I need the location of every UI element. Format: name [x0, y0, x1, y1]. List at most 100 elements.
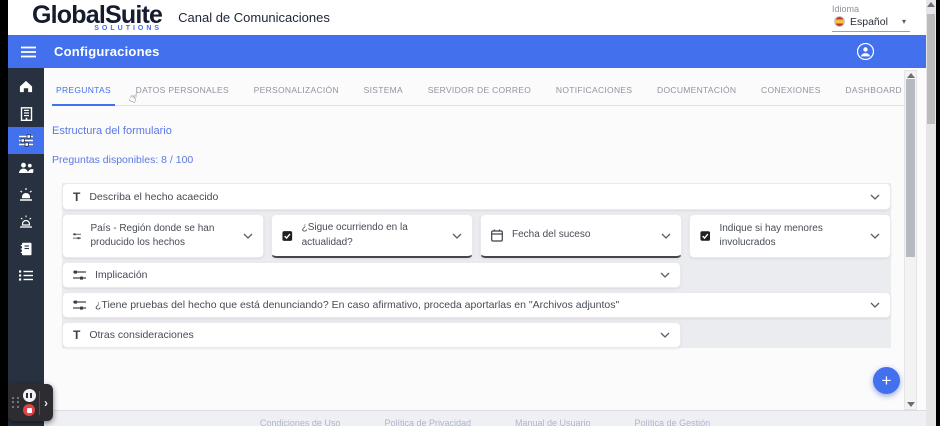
- scroll-down-icon[interactable]: [906, 402, 915, 407]
- tab-bar: PREGUNTAS DATOS PERSONALES PERSONALIZACI…: [52, 85, 906, 107]
- tab-datos-personales[interactable]: DATOS PERSONALES: [132, 85, 233, 106]
- question-card-otras-consideraciones[interactable]: T Otras consideraciones: [62, 322, 681, 348]
- text-type-icon: T: [73, 189, 81, 204]
- spain-flag-icon: [834, 16, 845, 27]
- select-type-icon: [73, 270, 86, 280]
- plus-icon: +: [881, 370, 892, 390]
- select-type-icon: [73, 300, 86, 310]
- section-title: Estructura del formulario: [52, 125, 172, 137]
- chevron-down-icon[interactable]: [870, 233, 880, 239]
- tab-conexiones[interactable]: CONEXIONES: [757, 85, 825, 106]
- sidebar-item-records[interactable]: [8, 235, 44, 262]
- tab-preguntas[interactable]: PREGUNTAS: [52, 85, 115, 106]
- sidebar-nav: [8, 68, 44, 426]
- question-row: Implicación: [62, 262, 891, 288]
- chevron-down-icon[interactable]: [243, 233, 253, 239]
- top-header: GlobalSuite SOLUTIONS Canal de Comunicac…: [8, 0, 926, 35]
- chevron-down-icon[interactable]: [660, 272, 670, 278]
- screen-edge: [936, 0, 940, 426]
- question-label: ¿Sigue ocurriendo en la actualidad?: [301, 222, 408, 248]
- footer-link-privacidad[interactable]: Política de Privacidad: [384, 418, 471, 426]
- sidebar-item-configurations[interactable]: [8, 127, 44, 154]
- chevron-down-icon[interactable]: [870, 302, 880, 308]
- question-label: Otras consideraciones: [89, 329, 194, 341]
- sidebar-item-list[interactable]: [8, 262, 44, 289]
- app-window: GlobalSuite SOLUTIONS Canal de Comunicac…: [8, 0, 926, 426]
- select-type-icon: [73, 232, 82, 239]
- footer-link-condiciones[interactable]: Condiciones de Uso: [260, 418, 341, 426]
- question-card-describa-hecho[interactable]: T Describa el hecho acaecido: [62, 183, 891, 210]
- tab-servidor-de-correo[interactable]: SERVIDOR DE CORREO: [424, 85, 535, 106]
- question-row: País - Región donde se han producido los…: [62, 214, 891, 258]
- recorder-buttons: [22, 389, 36, 416]
- question-card-pruebas-hecho[interactable]: ¿Tiene pruebas del hecho que está denunc…: [62, 292, 891, 318]
- language-label: Idioma: [832, 3, 860, 14]
- chevron-down-icon[interactable]: [452, 233, 462, 239]
- question-row: T Describa el hecho acaecido: [62, 183, 891, 210]
- scroll-up-icon[interactable]: [906, 73, 915, 78]
- questions-available-label: Preguntas disponibles: 8 / 100: [52, 154, 194, 166]
- caret-down-icon: ▾: [901, 17, 906, 26]
- hamburger-menu-button[interactable]: [21, 46, 36, 58]
- calendar-icon: [491, 229, 503, 242]
- tab-documentacion[interactable]: DOCUMENTACIÓN: [653, 85, 740, 106]
- footer-links: Condiciones de Uso Política de Privacida…: [44, 410, 926, 426]
- sidebar-item-home[interactable]: [8, 73, 44, 100]
- language-value: Español: [850, 15, 888, 28]
- question-label: País - Región donde se han producido los…: [90, 222, 215, 249]
- chevron-down-icon[interactable]: [660, 332, 670, 338]
- expand-recorder-button[interactable]: ›: [42, 396, 50, 410]
- list-icon: [19, 270, 33, 281]
- scrollbar-thumb[interactable]: [906, 79, 915, 257]
- footer-link-gestion[interactable]: Política de Gestión: [635, 418, 711, 426]
- question-card-fecha-suceso[interactable]: Fecha del suceso: [480, 214, 682, 258]
- appbar-title: Configuraciones: [54, 44, 160, 59]
- language-selector-block: Idioma Español ▾: [832, 4, 910, 32]
- sidebar-item-alerts[interactable]: [8, 181, 44, 208]
- pause-button[interactable]: [22, 389, 36, 402]
- stop-button[interactable]: [23, 404, 35, 416]
- tab-dashboard[interactable]: DASHBOARD: [841, 85, 906, 106]
- sidebar-item-incidents[interactable]: [8, 208, 44, 235]
- sidebar-item-organization[interactable]: [8, 100, 44, 127]
- building-icon: [20, 106, 32, 121]
- chevron-down-icon[interactable]: [870, 194, 880, 200]
- question-card-pais-region[interactable]: País - Región donde se han producido los…: [62, 214, 264, 258]
- checkbox-type-icon: [282, 230, 293, 241]
- journal-icon: [20, 242, 31, 255]
- main-content: PREGUNTAS DATOS PERSONALES PERSONALIZACI…: [44, 68, 926, 426]
- scrollbar-thumb[interactable]: [927, 14, 935, 124]
- question-label: Indique si hay menores involucrados: [719, 222, 823, 249]
- alarm-outline-icon: [20, 215, 32, 228]
- drag-handle-icon[interactable]: [12, 396, 20, 409]
- question-label: Implicación: [95, 269, 148, 281]
- question-list: T Describa el hecho acaecido País - Regi…: [62, 183, 891, 348]
- user-account-button[interactable]: [857, 43, 874, 60]
- chevron-down-icon[interactable]: [661, 233, 671, 239]
- question-label: ¿Tiene pruebas del hecho que está denunc…: [95, 299, 620, 311]
- add-question-button[interactable]: +: [873, 367, 900, 394]
- hamburger-icon: [21, 46, 36, 57]
- scroll-up-icon[interactable]: [927, 2, 935, 7]
- screen-recorder-widget: ›: [8, 384, 53, 421]
- checkbox-type-icon: [700, 231, 711, 241]
- pause-icon: [26, 393, 29, 398]
- screenshot-root: GlobalSuite SOLUTIONS Canal de Comunicac…: [0, 0, 940, 426]
- question-row: ¿Tiene pruebas del hecho que está denunc…: [62, 292, 891, 318]
- question-card-sigue-ocurriendo[interactable]: ¿Sigue ocurriendo en la actualidad?: [271, 214, 473, 258]
- user-icon: [857, 43, 874, 60]
- language-select[interactable]: Español ▾: [832, 16, 910, 32]
- question-label: Describa el hecho acaecido: [89, 190, 219, 203]
- tab-personalizacion[interactable]: PERSONALIZACIÓN: [250, 85, 343, 106]
- sidebar-item-users[interactable]: [8, 154, 44, 181]
- browser-scrollbar[interactable]: [926, 0, 936, 426]
- question-card-menores-involucrados[interactable]: Indique si hay menores involucrados: [689, 214, 891, 258]
- people-icon: [19, 162, 34, 173]
- tab-sistema[interactable]: SISTEMA: [360, 85, 407, 106]
- stop-icon: [26, 407, 32, 413]
- question-card-implicacion[interactable]: Implicación: [62, 262, 681, 288]
- content-scrollbar[interactable]: [904, 70, 917, 410]
- footer-link-manual[interactable]: Manual de Usuario: [515, 418, 591, 426]
- tab-notificaciones[interactable]: NOTIFICACIONES: [552, 85, 636, 106]
- home-icon: [19, 80, 33, 93]
